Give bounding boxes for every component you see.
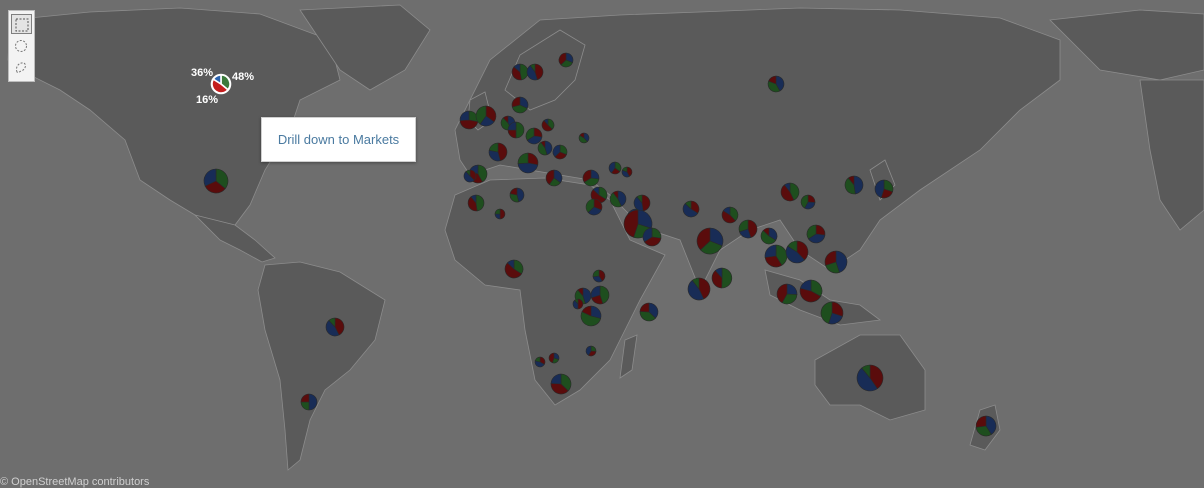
market-pie-marker[interactable] [592, 269, 606, 283]
market-pie-marker[interactable] [738, 219, 758, 239]
market-pie-marker[interactable] [525, 127, 543, 145]
market-pie-marker[interactable] [534, 356, 546, 368]
market-pie-marker[interactable] [475, 105, 497, 127]
market-pie-marker[interactable] [585, 345, 597, 357]
market-pie-marker[interactable] [545, 169, 563, 187]
market-pie-marker[interactable] [711, 267, 733, 289]
rectangle-select-icon [15, 18, 29, 32]
world-map[interactable] [0, 0, 1204, 488]
market-pie-marker[interactable] [203, 168, 229, 194]
market-pie-marker[interactable] [764, 244, 788, 268]
highlighted-marker-label-2: 48% [232, 71, 255, 83]
market-pie-marker[interactable] [633, 194, 651, 212]
market-pie-marker[interactable] [639, 302, 659, 322]
market-pie-marker[interactable] [552, 144, 568, 160]
drill-down-tooltip: Drill down to Markets [261, 117, 416, 162]
market-pie-marker[interactable] [760, 227, 778, 245]
market-pie-marker[interactable] [590, 285, 610, 305]
market-pie-marker[interactable] [687, 277, 711, 301]
radial-select-icon [15, 40, 27, 52]
market-pie-marker[interactable] [558, 52, 574, 68]
market-pie-marker[interactable] [548, 352, 560, 364]
market-pie-marker[interactable] [609, 190, 627, 208]
market-pie-marker[interactable] [511, 63, 529, 81]
market-pie-marker[interactable] [721, 206, 739, 224]
market-pie-marker[interactable] [799, 279, 823, 303]
market-pie-marker[interactable] [696, 227, 724, 255]
market-pie-marker[interactable] [509, 187, 525, 203]
lasso-selection-tool[interactable] [11, 58, 32, 78]
market-pie-marker[interactable] [463, 169, 477, 183]
radial-selection-tool[interactable] [11, 36, 32, 56]
market-pie-marker[interactable] [494, 208, 506, 220]
drill-down-to-markets-link[interactable]: Drill down to Markets [278, 132, 399, 147]
market-pie-marker[interactable] [467, 194, 485, 212]
map-viewport[interactable]: 36% 48% 16% Drill down to Markets © Open… [0, 0, 1204, 488]
market-pie-marker[interactable] [580, 305, 602, 327]
market-pie-marker[interactable] [511, 96, 529, 114]
market-pie-marker[interactable] [608, 161, 622, 175]
market-pie-marker[interactable] [856, 364, 884, 392]
market-pie-marker[interactable] [488, 142, 508, 162]
rectangular-selection-tool[interactable] [11, 14, 32, 34]
market-pie-marker[interactable] [541, 118, 555, 132]
market-pie-marker[interactable] [585, 198, 603, 216]
market-pie-marker[interactable] [578, 132, 590, 144]
market-pie-marker[interactable] [621, 166, 633, 178]
market-pie-marker[interactable] [504, 259, 524, 279]
lasso-select-icon [16, 62, 26, 73]
market-pie-marker[interactable] [820, 301, 844, 325]
highlighted-marker-label-3: 16% [196, 94, 219, 106]
market-pie-marker[interactable] [800, 194, 816, 210]
market-pie-marker[interactable] [975, 415, 997, 437]
market-pie-marker[interactable] [537, 140, 553, 156]
market-pie-marker[interactable] [325, 317, 345, 337]
market-pie-marker[interactable] [459, 110, 479, 130]
market-pie-marker[interactable] [806, 224, 826, 244]
market-pie-marker[interactable] [785, 240, 809, 264]
market-pie-marker[interactable] [572, 298, 584, 310]
market-pie-marker[interactable] [874, 179, 894, 199]
market-pie-marker[interactable] [526, 63, 544, 81]
market-pie-marker[interactable] [507, 121, 525, 139]
market-pie-marker[interactable] [776, 283, 798, 305]
map-selection-toolbar [8, 10, 35, 82]
market-pie-marker[interactable] [582, 169, 600, 187]
market-pie-marker[interactable] [300, 393, 318, 411]
highlighted-marker-label-1: 36% [191, 67, 214, 79]
market-pie-marker[interactable] [517, 152, 539, 174]
market-pie-marker[interactable] [780, 182, 800, 202]
market-pie-marker[interactable] [767, 75, 785, 93]
market-pie-marker[interactable] [844, 175, 864, 195]
market-pie-marker[interactable] [550, 373, 572, 395]
market-pie-marker[interactable] [642, 227, 662, 247]
market-pie-marker[interactable] [824, 250, 848, 274]
market-pie-marker[interactable] [682, 200, 700, 218]
map-attribution: © OpenStreetMap contributors [0, 476, 150, 488]
